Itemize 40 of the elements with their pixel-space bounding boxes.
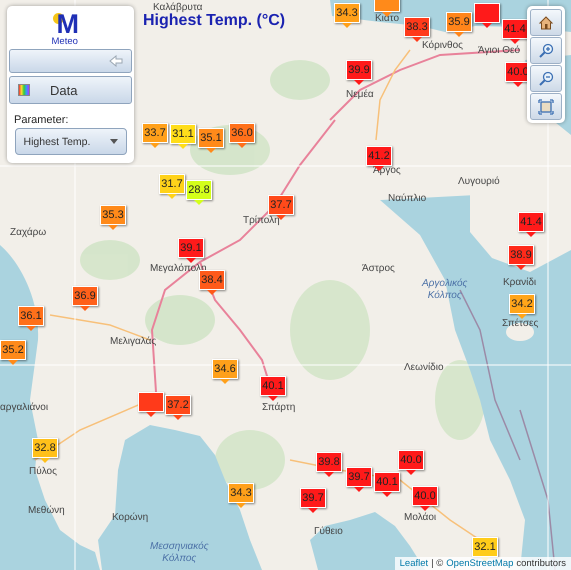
place-label: Λεωνίδιο: [404, 362, 444, 374]
place-label: Ναύπλιο: [388, 193, 426, 205]
color-scale-icon: [18, 84, 30, 96]
place-label: Μεθώνη: [28, 505, 65, 517]
sea-label: Μεσσηνιακός Κόλπος: [150, 541, 209, 565]
temperature-marker[interactable]: [138, 392, 164, 417]
parameter-select[interactable]: Highest Temp.: [14, 128, 126, 155]
place-label: Καλάβρυτα: [153, 2, 202, 14]
place-label: Πύλος: [29, 466, 57, 478]
sea-label: Αργολικός Κόλπος: [422, 278, 468, 302]
place-label: αργαλιάνοι: [0, 402, 48, 414]
data-button[interactable]: Data: [9, 76, 132, 104]
house-icon: [538, 14, 554, 30]
attribution-text: contributors: [516, 558, 566, 569]
parameter-label: Parameter:: [14, 114, 68, 126]
extent-button[interactable]: [530, 93, 562, 120]
place-label: Κιάτο: [375, 13, 400, 25]
place-label: Σπέτσες: [502, 318, 538, 330]
place-label: Άστρος: [362, 263, 395, 275]
place-label: Ζαχάρω: [10, 227, 46, 239]
place-label: Κρανίδι: [503, 277, 536, 289]
place-label: Λυγουριό: [458, 176, 500, 188]
caret-icon: [110, 139, 118, 144]
home-button[interactable]: [530, 9, 562, 36]
place-label: Σπάρτη: [262, 402, 296, 414]
attribution-separator: | ©: [431, 558, 444, 569]
place-label: Γύθειο: [314, 526, 343, 538]
leaflet-link[interactable]: Leaflet: [400, 558, 428, 569]
place-label: Κόρινθος: [422, 40, 463, 52]
temperature-marker[interactable]: [474, 3, 500, 28]
arrow-left-icon: [109, 55, 123, 67]
map-title: Highest Temp. (°C): [143, 12, 286, 30]
extent-icon: [538, 98, 554, 114]
zoom-out-button[interactable]: [530, 65, 562, 92]
place-label: Κορώνη: [112, 512, 148, 524]
place-label: Μολάοι: [404, 512, 436, 524]
zoom-in-icon: [538, 42, 554, 58]
logo: M Meteo: [50, 10, 79, 46]
zoom-in-button[interactable]: [530, 37, 562, 64]
zoom-out-icon: [538, 70, 554, 86]
